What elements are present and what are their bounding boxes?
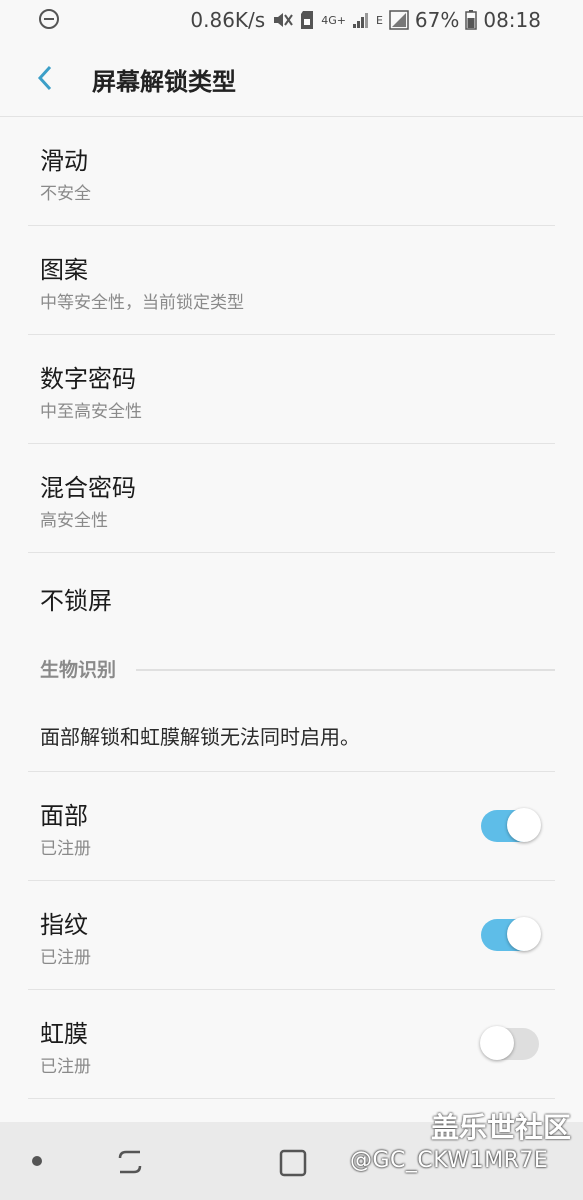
network-type-2-label: E bbox=[375, 13, 383, 27]
status-bar: 0.86K/s 4G+ E 67% 08:18 bbox=[0, 0, 583, 40]
item-subtitle: 已注册 bbox=[40, 948, 91, 968]
item-title: 虹膜 bbox=[40, 1020, 88, 1048]
back-arrow-icon[interactable] bbox=[28, 60, 64, 96]
item-subtitle: 中至高安全性 bbox=[40, 402, 142, 422]
section-divider bbox=[136, 669, 555, 671]
page-title: 屏幕解锁类型 bbox=[92, 68, 236, 96]
note-text: 面部解锁和虹膜解锁无法同时启用。 bbox=[40, 725, 360, 749]
watermark-user: @GC_CKW1MR7E bbox=[350, 1148, 549, 1173]
item-title: 滑动 bbox=[40, 147, 88, 175]
battery-percent: 67% bbox=[414, 8, 460, 32]
lock-type-none[interactable]: 不锁屏 bbox=[28, 553, 555, 639]
lock-type-pin[interactable]: 数字密码 中至高安全性 bbox=[28, 335, 555, 444]
status-icons: 0.86K/s 4G+ E 67% 08:18 bbox=[190, 0, 541, 40]
biometric-fingerprint[interactable]: 指纹 已注册 bbox=[28, 881, 555, 990]
biometrics-note: 面部解锁和虹膜解锁无法同时启用。 bbox=[28, 699, 555, 772]
item-subtitle: 已注册 bbox=[40, 1057, 91, 1077]
mute-icon bbox=[274, 13, 294, 27]
toggle-knob bbox=[507, 808, 541, 842]
lock-type-password[interactable]: 混合密码 高安全性 bbox=[28, 444, 555, 553]
toggle-knob bbox=[480, 1026, 514, 1060]
section-label: 生物识别 bbox=[40, 659, 117, 681]
item-title: 不锁屏 bbox=[40, 587, 112, 615]
iris-toggle[interactable] bbox=[480, 1026, 541, 1060]
signal-2-icon bbox=[389, 10, 409, 30]
nav-dot-icon[interactable] bbox=[32, 1156, 42, 1166]
network-type-label: 4G+ bbox=[321, 13, 346, 27]
item-title: 指纹 bbox=[40, 911, 88, 939]
battery-icon bbox=[465, 10, 478, 30]
settings-list: 滑动 不安全 图案 中等安全性，当前锁定类型 数字密码 中至高安全性 混合密码 … bbox=[0, 117, 583, 1099]
biometrics-section-header: 生物识别 bbox=[28, 639, 555, 699]
fingerprint-toggle[interactable] bbox=[481, 917, 541, 951]
network-speed: 0.86K/s bbox=[190, 8, 266, 32]
item-subtitle: 已注册 bbox=[40, 839, 91, 859]
recent-apps-icon[interactable] bbox=[114, 1146, 146, 1178]
item-title: 图案 bbox=[40, 256, 88, 284]
biometric-face[interactable]: 面部 已注册 bbox=[28, 772, 555, 881]
item-subtitle: 中等安全性，当前锁定类型 bbox=[40, 293, 244, 313]
app-bar: 屏幕解锁类型 bbox=[0, 40, 583, 117]
item-subtitle: 高安全性 bbox=[40, 511, 108, 531]
item-subtitle: 不安全 bbox=[40, 184, 91, 204]
biometric-iris[interactable]: 虹膜 已注册 bbox=[28, 990, 555, 1099]
do-not-disturb-icon bbox=[39, 9, 59, 29]
face-toggle[interactable] bbox=[481, 808, 541, 842]
toggle-knob bbox=[507, 917, 541, 951]
lock-type-pattern[interactable]: 图案 中等安全性，当前锁定类型 bbox=[28, 226, 555, 335]
item-title: 数字密码 bbox=[40, 365, 136, 393]
signal-icon bbox=[352, 13, 368, 28]
clock: 08:18 bbox=[483, 8, 541, 32]
sd-card-icon bbox=[301, 11, 314, 29]
watermark-site: 盖乐世社区 bbox=[430, 1111, 571, 1144]
item-title: 面部 bbox=[40, 802, 88, 830]
item-title: 混合密码 bbox=[40, 474, 136, 502]
home-icon[interactable] bbox=[278, 1148, 308, 1178]
lock-type-swipe[interactable]: 滑动 不安全 bbox=[28, 117, 555, 226]
